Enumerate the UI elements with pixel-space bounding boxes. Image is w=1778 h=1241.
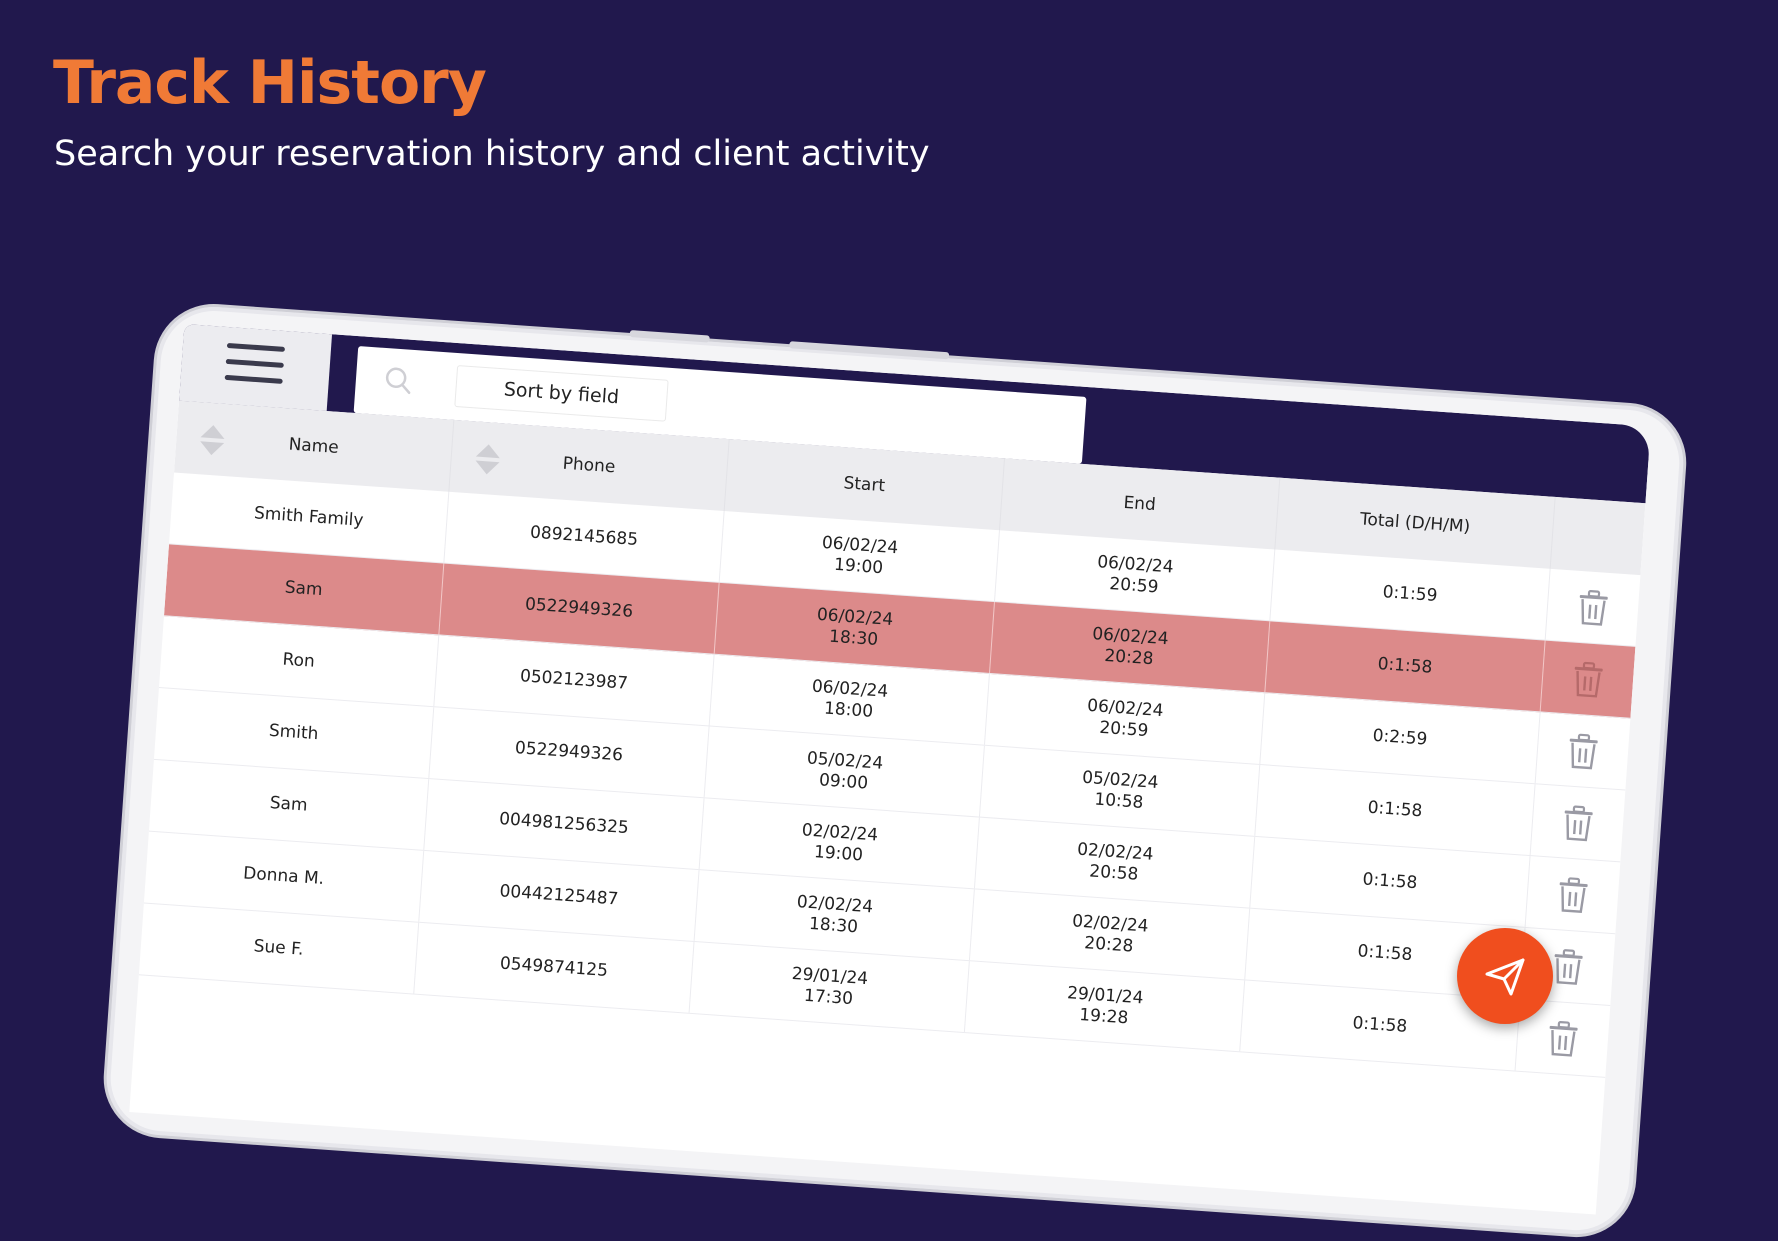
send-button[interactable]	[1457, 928, 1553, 1024]
cell-actions	[1531, 784, 1626, 861]
cell-actions	[1546, 569, 1641, 646]
trash-icon[interactable]	[1576, 588, 1610, 626]
page-title: Track History	[53, 48, 487, 118]
menu-button[interactable]	[179, 323, 333, 412]
send-icon[interactable]	[1483, 954, 1527, 998]
tablet-button	[789, 341, 950, 360]
hamburger-menu-icon[interactable]	[224, 342, 286, 389]
column-header-label: Start	[842, 473, 886, 497]
trash-icon[interactable]	[1571, 660, 1605, 698]
tablet-button	[629, 330, 710, 343]
column-header-label: End	[1122, 492, 1157, 516]
trash-icon[interactable]	[1556, 876, 1590, 914]
column-header-actions	[1551, 497, 1646, 575]
tablet-device: Sort by field Name Phone Start End Total…	[99, 300, 1691, 1241]
cell-actions	[1541, 641, 1636, 718]
sort-arrows-icon[interactable]	[197, 422, 227, 458]
search-icon[interactable]	[382, 364, 414, 396]
trash-icon[interactable]	[1561, 804, 1595, 842]
trash-icon[interactable]	[1566, 732, 1600, 770]
page-subtitle: Search your reservation history and clie…	[54, 134, 930, 174]
trash-icon[interactable]	[1551, 947, 1585, 985]
sort-by-field-select[interactable]: Sort by field	[454, 365, 669, 422]
sort-arrows-icon[interactable]	[473, 441, 503, 477]
cell-actions	[1526, 856, 1621, 933]
column-header-label: Total (D/H/M)	[1359, 509, 1471, 538]
trash-icon[interactable]	[1546, 1019, 1580, 1057]
column-header-label: Phone	[562, 453, 616, 478]
cell-actions	[1536, 712, 1631, 789]
table-body: Smith Family 0892145685 06/02/24 19:00 06…	[138, 472, 1641, 1078]
column-header-label: Name	[287, 434, 340, 458]
app-screen: Sort by field Name Phone Start End Total…	[129, 323, 1651, 1215]
